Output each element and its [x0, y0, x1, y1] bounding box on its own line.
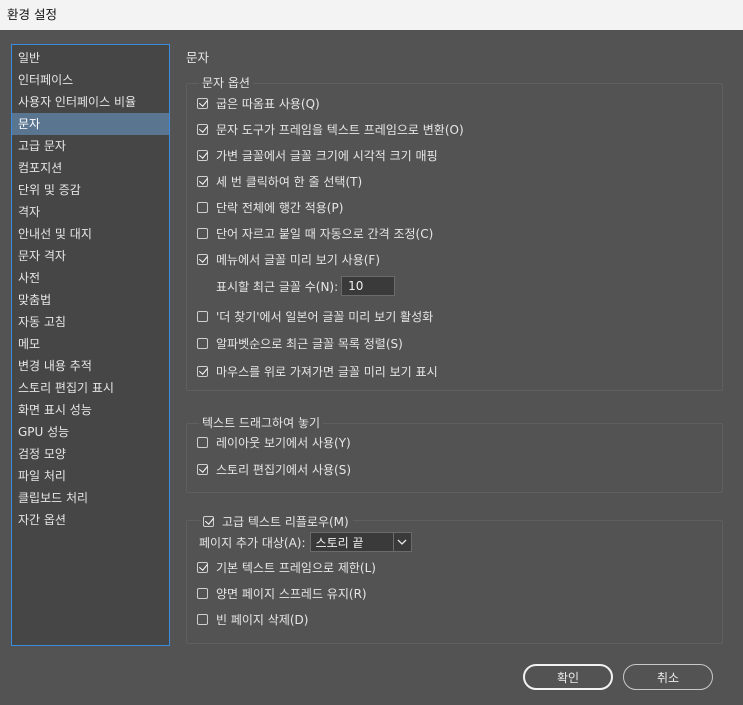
add-pages-row: 페이지 추가 대상(A): 스토리 끝: [199, 531, 412, 553]
reflow-group: 고급 텍스트 리플로우(M) 페이지 추가 대상(A): 스토리 끝 기본 텍스…: [186, 512, 723, 644]
type-checkbox-3[interactable]: [197, 175, 208, 187]
drag-drop-option-0[interactable]: 레이아웃 보기에서 사용(Y): [197, 433, 351, 451]
preferences-category-list[interactable]: 일반 인터페이스 사용자 인터페이스 비율 문자 고급 문자 컴포지션 단위 및 증감 격자 안…: [11, 44, 170, 646]
type-option-2[interactable]: 가변 글꼴에서 글꼴 크기에 시각적 크기 매핑: [197, 146, 438, 164]
type-option-5[interactable]: 단어 자르고 붙일 때 자동으로 간격 조정(C): [197, 224, 433, 242]
sidebar-item[interactable]: 일반: [12, 47, 169, 69]
drag-drop-legend: 텍스트 드래그하여 놓기: [199, 414, 324, 431]
reflow-checkbox-0[interactable]: [197, 561, 208, 573]
type-option-3[interactable]: 세 번 클릭하여 한 줄 선택(T): [197, 172, 362, 190]
type-extra-option-label: '더 찾기'에서 일본어 글꼴 미리 보기 활성화: [216, 309, 434, 324]
type-option-4[interactable]: 단락 전체에 행간 적용(P): [197, 198, 343, 216]
window-title: 환경 설정: [0, 0, 743, 30]
type-extra-option-label: 알파벳순으로 최근 글꼴 목록 정렬(S): [216, 337, 403, 351]
type-options-group: 문자 옵션 굽은 따옴표 사용(Q) 문자 도구가 프레임을 텍스트 프레임으로 …: [186, 74, 723, 391]
sidebar-item[interactable]: 문자 격자: [12, 245, 169, 267]
sidebar-item[interactable]: 메모: [12, 333, 169, 355]
type-checkbox-1[interactable]: [197, 123, 208, 135]
type-checkbox-5[interactable]: [197, 227, 208, 239]
reflow-toggle[interactable]: 고급 텍스트 리플로우(M): [201, 512, 353, 530]
type-option-label: 메뉴에서 글꼴 미리 보기 사용(F): [216, 252, 381, 267]
sidebar-item[interactable]: 검정 모양: [12, 443, 169, 465]
recent-fonts-row: 표시할 최근 글꼴 수(N): 10: [216, 275, 396, 297]
sidebar-item[interactable]: 클립보드 처리: [12, 487, 169, 509]
reflow-checkbox-2[interactable]: [197, 613, 208, 625]
type-extra-option-label: 마우스를 위로 가져가면 글꼴 미리 보기 표시: [216, 364, 438, 379]
sidebar-item[interactable]: GPU 성능: [12, 421, 169, 443]
type-checkbox-4[interactable]: [197, 201, 208, 213]
type-checkbox-0[interactable]: [197, 97, 208, 109]
sidebar-item[interactable]: 고급 문자: [12, 135, 169, 157]
type-option-1[interactable]: 문자 도구가 프레임을 텍스트 프레임으로 변환(O): [197, 120, 464, 138]
page-title: 문자: [186, 50, 210, 65]
type-option-label: 단어 자르고 붙일 때 자동으로 간격 조정(C): [216, 226, 434, 241]
reflow-option-0[interactable]: 기본 텍스트 프레임으로 제한(L): [197, 558, 376, 576]
reflow-checkbox-1[interactable]: [197, 587, 208, 599]
type-option-label: 문자 도구가 프레임을 텍스트 프레임으로 변환(O): [216, 122, 464, 137]
type-extra-option-1[interactable]: 알파벳순으로 최근 글꼴 목록 정렬(S): [197, 335, 403, 353]
type-extra-checkbox-2[interactable]: [197, 365, 208, 377]
type-extra-option-0[interactable]: '더 찾기'에서 일본어 글꼴 미리 보기 활성화: [197, 307, 433, 325]
type-extra-option-2[interactable]: 마우스를 위로 가져가면 글꼴 미리 보기 표시: [197, 362, 438, 380]
type-options-legend: 문자 옵션: [199, 74, 253, 91]
recent-fonts-label: 표시할 최근 글꼴 수(N):: [216, 279, 339, 294]
sidebar-item[interactable]: 컴포지션: [12, 157, 169, 179]
add-pages-label: 페이지 추가 대상(A):: [199, 535, 306, 550]
sidebar-item[interactable]: 맞춤법: [12, 289, 169, 311]
drag-drop-option-label: 스토리 편집기에서 사용(S): [216, 462, 352, 477]
sidebar-item[interactable]: 격자: [12, 201, 169, 223]
sidebar-item[interactable]: 파일 처리: [12, 465, 169, 487]
type-extra-checkbox-0[interactable]: [197, 310, 208, 322]
reflow-option-2[interactable]: 빈 페이지 삭제(D): [197, 610, 308, 628]
add-pages-dropdown[interactable]: 스토리 끝: [309, 532, 412, 552]
type-option-0[interactable]: 굽은 따옴표 사용(Q): [197, 94, 320, 112]
drag-drop-checkbox-1[interactable]: [197, 463, 208, 475]
reflow-checkbox[interactable]: [203, 515, 214, 527]
type-extra-checkbox-1[interactable]: [197, 338, 208, 349]
sidebar-item[interactable]: 변경 내용 추적: [12, 355, 169, 377]
reflow-option-label: 기본 텍스트 프레임으로 제한(L): [216, 560, 376, 575]
reflow-option-label: 양면 페이지 스프레드 유지(R): [216, 586, 367, 601]
reflow-option-label: 빈 페이지 삭제(D): [216, 612, 309, 627]
sidebar-item[interactable]: 인터페이스: [12, 69, 169, 91]
type-option-6[interactable]: 메뉴에서 글꼴 미리 보기 사용(F): [197, 250, 380, 268]
type-checkbox-2[interactable]: [197, 149, 208, 161]
type-option-label: 단락 전체에 행간 적용(P): [216, 200, 344, 215]
sidebar-item[interactable]: 문자: [12, 113, 169, 135]
reflow-option-1[interactable]: 양면 페이지 스프레드 유지(R): [197, 584, 367, 602]
reflow-label: 고급 텍스트 리플로우(M): [222, 514, 349, 529]
sidebar-item[interactable]: 단위 및 증감: [12, 179, 169, 201]
drag-drop-option-1[interactable]: 스토리 편집기에서 사용(S): [197, 460, 351, 478]
type-option-label: 가변 글꼴에서 글꼴 크기에 시각적 크기 매핑: [216, 148, 438, 163]
add-pages-value: 스토리 끝: [315, 535, 364, 550]
chevron-down-icon[interactable]: [392, 533, 411, 551]
drag-drop-checkbox-0[interactable]: [197, 436, 208, 448]
type-option-label: 굽은 따옴표 사용(Q): [216, 96, 320, 111]
type-checkbox-6[interactable]: [197, 253, 208, 265]
sidebar-item[interactable]: 자동 고침: [12, 311, 169, 333]
sidebar-item[interactable]: 자간 옵션: [12, 509, 169, 531]
sidebar-item[interactable]: 사전: [12, 267, 169, 289]
sidebar-item[interactable]: 사용자 인터페이스 비율: [12, 91, 169, 113]
drag-drop-option-label: 레이아웃 보기에서 사용(Y): [216, 435, 351, 450]
drag-drop-group: 텍스트 드래그하여 놓기 레이아웃 보기에서 사용(Y) 스토리 편집기에서 사용…: [186, 414, 723, 493]
sidebar-item[interactable]: 스토리 편집기 표시: [12, 377, 169, 399]
cancel-button[interactable]: 취소: [623, 664, 713, 690]
ok-button[interactable]: 확인: [523, 664, 613, 690]
recent-fonts-count-input[interactable]: 10: [341, 276, 396, 296]
sidebar-item[interactable]: 화면 표시 성능: [12, 399, 169, 421]
sidebar-item[interactable]: 안내선 및 대지: [12, 223, 169, 245]
type-option-label: 세 번 클릭하여 한 줄 선택(T): [216, 174, 363, 189]
